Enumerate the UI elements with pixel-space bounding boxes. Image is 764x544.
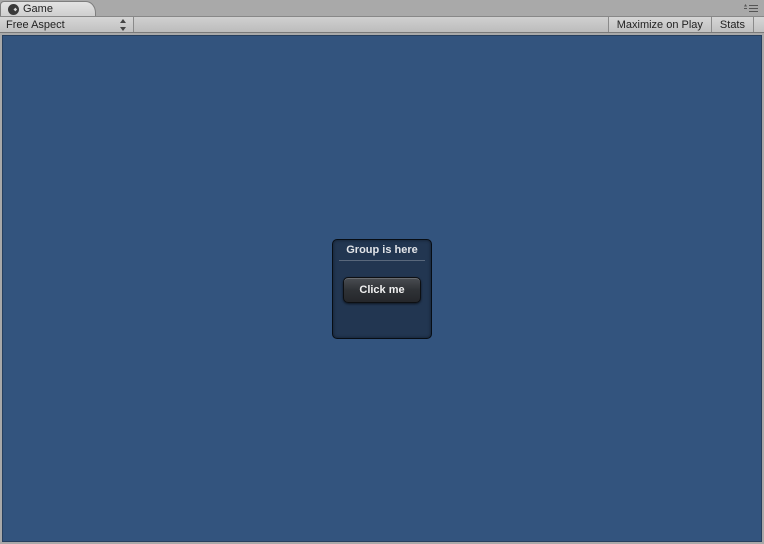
viewport-container: Group is here Click me <box>0 33 764 544</box>
updown-icon <box>119 19 127 31</box>
toolbar-spacer <box>134 17 609 32</box>
tab-label: Game <box>23 3 53 15</box>
stats-toggle[interactable]: Stats <box>712 17 754 32</box>
stats-label: Stats <box>720 19 745 31</box>
gui-group-separator <box>339 260 425 261</box>
aspect-ratio-value: Free Aspect <box>6 19 65 31</box>
gui-group-box: Group is here Click me <box>332 239 432 339</box>
gui-group-title: Group is here <box>333 244 431 256</box>
game-viewport[interactable]: Group is here Click me <box>2 35 762 542</box>
maximize-on-play-toggle[interactable]: Maximize on Play <box>609 17 712 32</box>
game-window: Game Free Aspect Maximize on Play <box>0 0 764 544</box>
game-toolbar: Free Aspect Maximize on Play Stats <box>0 16 764 33</box>
click-me-button[interactable]: Click me <box>343 277 421 303</box>
panel-options-button[interactable] <box>742 3 760 13</box>
tab-bar: Game <box>0 0 764 16</box>
click-me-label: Click me <box>359 284 404 296</box>
tab-game[interactable]: Game <box>0 1 96 16</box>
maximize-label: Maximize on Play <box>617 19 703 31</box>
pacman-icon <box>7 3 19 15</box>
aspect-ratio-dropdown[interactable]: Free Aspect <box>0 17 134 32</box>
toolbar-cap <box>754 17 764 32</box>
